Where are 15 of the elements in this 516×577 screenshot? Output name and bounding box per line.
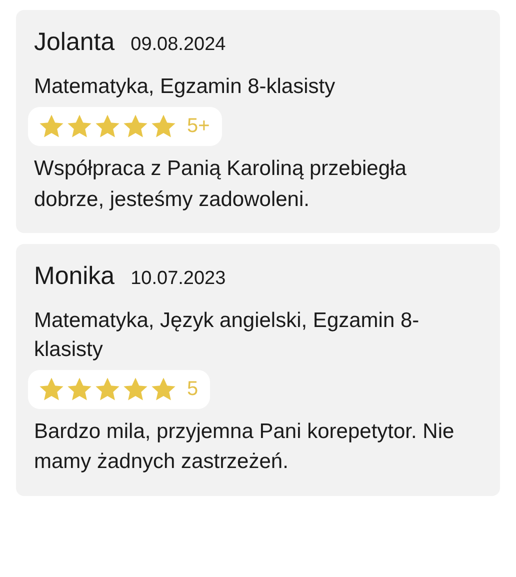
review-text: Współpraca z Panią Karoliną przebiegła dobrze, jesteśmy zadowoleni.: [34, 156, 408, 213]
review-date: 09.08.2024: [130, 34, 226, 56]
author-name: Jolanta: [34, 28, 115, 57]
star-icon: [66, 376, 93, 403]
grade-label: 5+: [187, 115, 210, 138]
star-icon: [150, 376, 177, 403]
review-subjects: Matematyka, Język angielski, Egzamin 8-klasisty: [34, 308, 420, 363]
review-date: 10.07.2023: [130, 268, 226, 290]
review-subjects: Matematyka, Egzamin 8-klasisty: [34, 74, 336, 100]
star-icon: [122, 376, 149, 403]
star-icon: [38, 376, 65, 403]
star-icon: [94, 376, 121, 403]
grade-label: 5: [187, 378, 198, 401]
review-text: Bardzo mila, przyjemna Pani korepetytor. Nie mamy żadnych zastrzeżeń.: [34, 418, 456, 476]
author-name: Monika: [34, 262, 115, 292]
